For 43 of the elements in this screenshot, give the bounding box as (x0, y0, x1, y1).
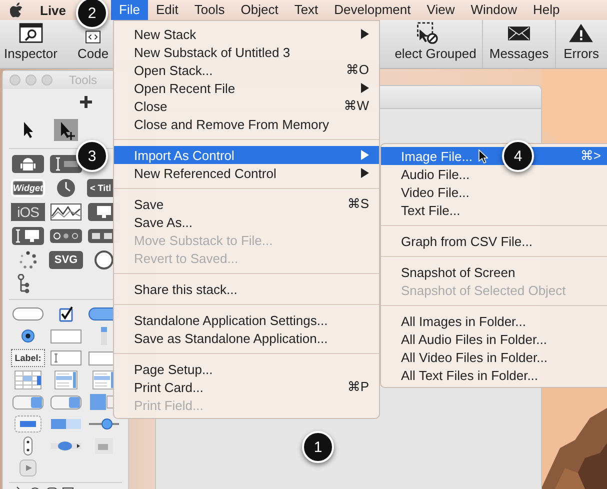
menu-item[interactable]: New Substack of Untitled 3 (114, 43, 379, 61)
menu-title[interactable]: Help (524, 0, 568, 20)
menu-item[interactable]: Open Stack... ⌘O (114, 61, 379, 79)
palette-title: Tools (69, 73, 98, 87)
menu-item[interactable]: Graph from CSV File... (381, 232, 607, 250)
toolbar-button[interactable]: Messages (483, 20, 556, 68)
toolbar-button[interactable]: Inspector (0, 20, 62, 68)
menu-title[interactable]: Object (232, 0, 286, 20)
menu-title[interactable]: Text (286, 0, 326, 20)
menu-title[interactable]: Edit (148, 0, 186, 20)
menu-item[interactable]: All Images in Folder... (381, 312, 607, 330)
menu-item[interactable]: Snapshot of Screen (381, 263, 607, 281)
toolbar-button[interactable]: Code (73, 30, 113, 68)
menu-title[interactable]: View (418, 0, 463, 20)
menu-item[interactable]: Close ⌘W (114, 97, 379, 115)
menu-item[interactable]: New Stack (114, 25, 379, 43)
menu-item[interactable]: All Video Files in Folder... (381, 348, 607, 366)
menu-item[interactable]: Print Card... ⌘P (114, 378, 379, 396)
app-name[interactable]: Live (40, 2, 66, 18)
ios-tool[interactable]: iOS (11, 203, 45, 221)
menu-item[interactable]: Page Setup... (114, 360, 379, 378)
menu-item[interactable]: Import As Control (114, 146, 379, 164)
menu-title[interactable]: Development (326, 0, 419, 20)
menu-title[interactable]: Tools (186, 0, 233, 20)
menu-item[interactable]: Text File... (381, 201, 607, 219)
menu-title[interactable]: Window (462, 0, 525, 20)
toolbar-button[interactable]: Errors (556, 20, 607, 68)
menu-item[interactable]: Save as Standalone Application... (114, 329, 379, 347)
menu-item[interactable]: All Text Files in Folder... (381, 366, 607, 384)
menu-item[interactable]: Save ⌘S (114, 195, 379, 213)
toolbar-button[interactable]: elect Grouped (394, 20, 484, 68)
menu-item[interactable]: Save As... (114, 213, 379, 231)
widget-tool[interactable]: Widget (11, 179, 45, 197)
menu-item[interactable]: All Audio Files in Folder... (381, 330, 607, 348)
menu-item[interactable]: Close and Remove From Memory (114, 115, 379, 133)
menu-item[interactable]: New Referenced Control (114, 164, 379, 182)
menu-item[interactable]: Video File... (381, 183, 607, 201)
menu-item[interactable]: Standalone Application Settings... (114, 311, 379, 329)
menu-item[interactable]: Open Recent File (114, 79, 379, 97)
menu-item[interactable]: Share this stack... (114, 280, 379, 298)
menu-title[interactable]: File (111, 0, 148, 20)
svg-tool[interactable]: SVG (49, 251, 83, 269)
label-tool[interactable]: Label: (11, 349, 45, 367)
